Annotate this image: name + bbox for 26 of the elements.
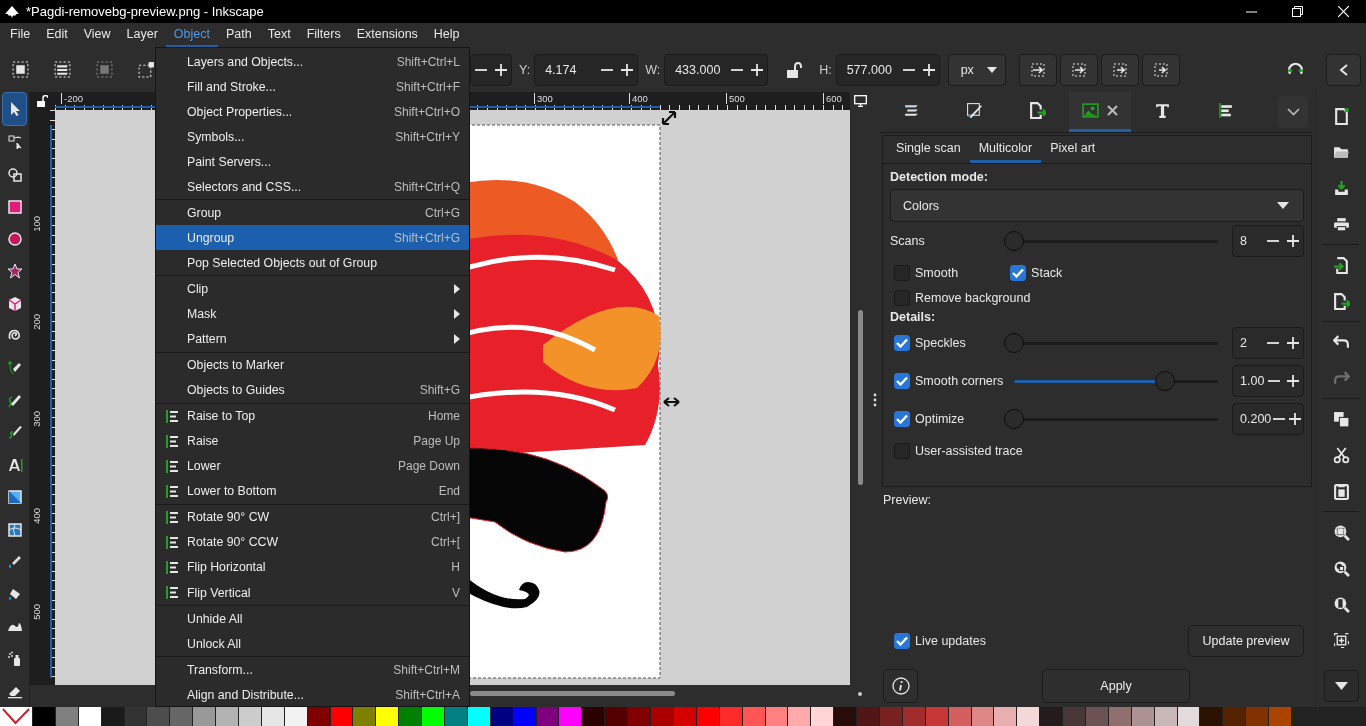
checkbox-label: Remove background [915,290,1031,305]
ruler-label: 100 [32,216,42,232]
section-heading: Details: [890,310,937,324]
field-label: W: [645,62,661,77]
ruler-label: 300 [534,93,553,104]
checkbox-label: Stack [1031,265,1063,280]
ruler-label: 500 [32,604,42,620]
field-label: H: [819,62,832,77]
preview-label: Preview: [883,493,932,507]
section-heading: Detection mode: [890,170,989,184]
checkbox-label: Optimize [915,412,965,426]
field-label: Y: [519,62,531,77]
window-title: *Pagdi-removebg-preview.png - Inkscape [26,4,264,19]
ruler-label: 200 [32,314,42,330]
ruler-label: 500 [726,93,745,104]
checkbox-label: Live updates [915,634,986,648]
ruler-label: 600 [823,93,842,104]
checkbox-label: Smooth corners [915,374,1004,388]
ruler-label: 400 [629,93,648,104]
checkbox-label: Speckles [915,336,966,350]
slider-label: Scans [890,234,926,248]
checkbox-label: Smooth [915,265,959,280]
ruler-label: 300 [32,411,42,427]
ruler-label: 400 [32,508,42,524]
ruler-label: -200 [61,93,83,104]
checkbox-label: User-assisted trace [915,443,1023,458]
